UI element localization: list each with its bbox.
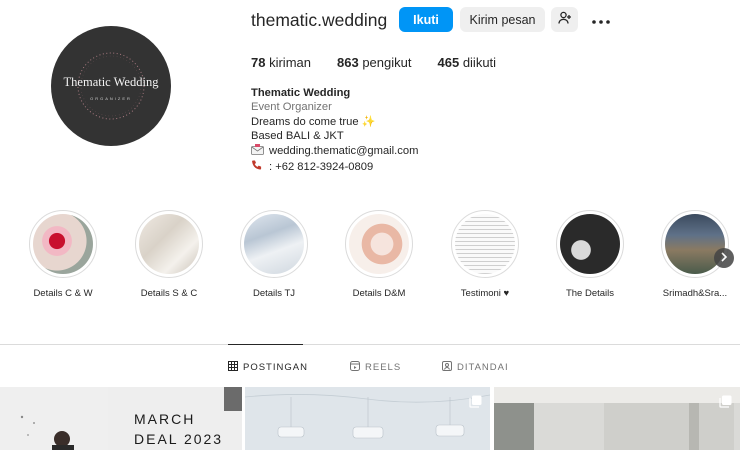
highlight-item[interactable]: Details D&M [329,210,429,299]
tab-tagged-label: DITANDAI [457,362,509,373]
post-corner-mark [224,387,242,411]
bio-phone-line: : +62 812-3924-0809 [251,159,418,175]
highlight-ring [240,210,308,278]
profile-username: thematic.wedding [251,10,388,30]
active-tab-indicator [228,344,303,345]
highlight-cover [455,214,515,274]
highlight-item[interactable]: Details C & W [13,210,113,299]
bio-location: Based BALI & JKT [251,130,344,143]
highlight-label: Details D&M [352,288,406,299]
post-photo-chandeliers [245,387,490,450]
stat-posts-label: kiriman [269,55,311,70]
post-photo-couple [0,387,108,450]
message-button[interactable]: Kirim pesan [460,7,545,32]
highlight-ring [451,210,519,278]
highlight-cover [33,214,93,274]
highlight-label: Details TJ [252,288,296,299]
bio-email-line: wedding.thematic@gmail.com [251,143,418,159]
stat-followers-label: pengikut [362,55,412,70]
tagged-icon [442,361,452,374]
tab-reels[interactable]: REELS [350,361,401,374]
stat-following-count: 465 [437,55,460,70]
bio-name: Thematic Wedding [251,87,351,99]
stat-posts: 78 kiriman [251,55,311,70]
avatar-brand-subtext: ORGANIZER [90,96,132,101]
tab-tagged[interactable]: DITANDAI [442,361,509,374]
highlight-cover [560,214,620,274]
profile-tabs: POSTINGAN REELS DITANDAI [0,361,740,375]
highlight-ring [345,210,413,278]
post-photo-building [494,387,740,450]
post-promo-panel: MARCH DEAL 2023 [108,387,242,450]
more-dots-icon [592,13,610,27]
tab-reels-label: REELS [365,362,402,373]
more-options-button[interactable] [586,7,616,32]
post-tile[interactable] [494,387,740,450]
tabs-divider [0,344,740,345]
highlights-next-button[interactable] [714,248,734,268]
phone-icon [251,159,265,175]
promo-line-2: DEAL 2023 [134,431,224,447]
profile-avatar[interactable]: Thematic Wedding ORGANIZER [51,26,171,146]
add-person-icon [557,11,572,28]
avatar-brand-text: Thematic Wedding [63,74,159,89]
bio-phone: : +62 812-3924-0809 [269,161,374,174]
grid-icon [228,361,238,374]
bio-email[interactable]: wedding.thematic@gmail.com [269,144,418,158]
tab-posts[interactable]: POSTINGAN [228,361,308,374]
suggested-accounts-button[interactable] [551,7,578,32]
highlight-item[interactable]: The Details [540,210,640,299]
highlight-item[interactable]: Details TJ [224,210,324,299]
bio-tagline-text: Dreams do come true [251,115,359,128]
highlight-item[interactable]: Details S & C [119,210,219,299]
post-tile[interactable]: MARCH DEAL 2023 [0,387,242,450]
highlight-ring [556,210,624,278]
highlight-ring [135,210,203,278]
sparkle-emoji: ✨ [361,115,376,128]
stat-following-label: diikuti [462,55,497,70]
stat-following[interactable]: 465 diikuti [437,55,496,70]
highlight-label: Srimadh&Sra... [662,288,728,299]
avatar-image: Thematic Wedding ORGANIZER [51,26,171,146]
highlight-label: Details C & W [33,288,93,299]
post-tile[interactable] [245,387,490,450]
posts-grid: MARCH DEAL 2023 [0,387,740,450]
envelope-icon [251,143,265,159]
profile-stats: 78 kiriman 863 pengikut 465 diikuti [251,55,522,70]
stat-followers-count: 863 [337,55,359,70]
follow-button[interactable]: Ikuti [399,7,453,32]
highlight-ring [29,210,97,278]
bio-category: Event Organizer [251,101,332,114]
story-highlights: Details C & W Details S & C Details TJ D… [0,210,740,310]
highlight-label: Testimoni ♥ [460,288,510,299]
highlight-cover [349,214,409,274]
promo-line-1: MARCH [134,411,196,427]
profile-bio: Thematic Wedding Event Organizer Dreams … [251,86,418,175]
highlight-label: The Details [565,288,615,299]
multiple-photos-icon [469,395,482,413]
highlight-item[interactable]: Testimoni ♥ [435,210,535,299]
stat-followers[interactable]: 863 pengikut [337,55,411,70]
bio-line-tagline: Dreams do come true ✨ [251,115,418,129]
chevron-right-icon [720,251,728,265]
highlight-label: Details S & C [140,288,198,299]
multiple-photos-icon [719,395,732,413]
highlight-cover [244,214,304,274]
stat-posts-count: 78 [251,55,266,70]
highlight-ring [661,210,729,278]
tab-posts-label: POSTINGAN [243,362,308,373]
reels-icon [350,361,360,374]
highlight-cover [139,214,199,274]
